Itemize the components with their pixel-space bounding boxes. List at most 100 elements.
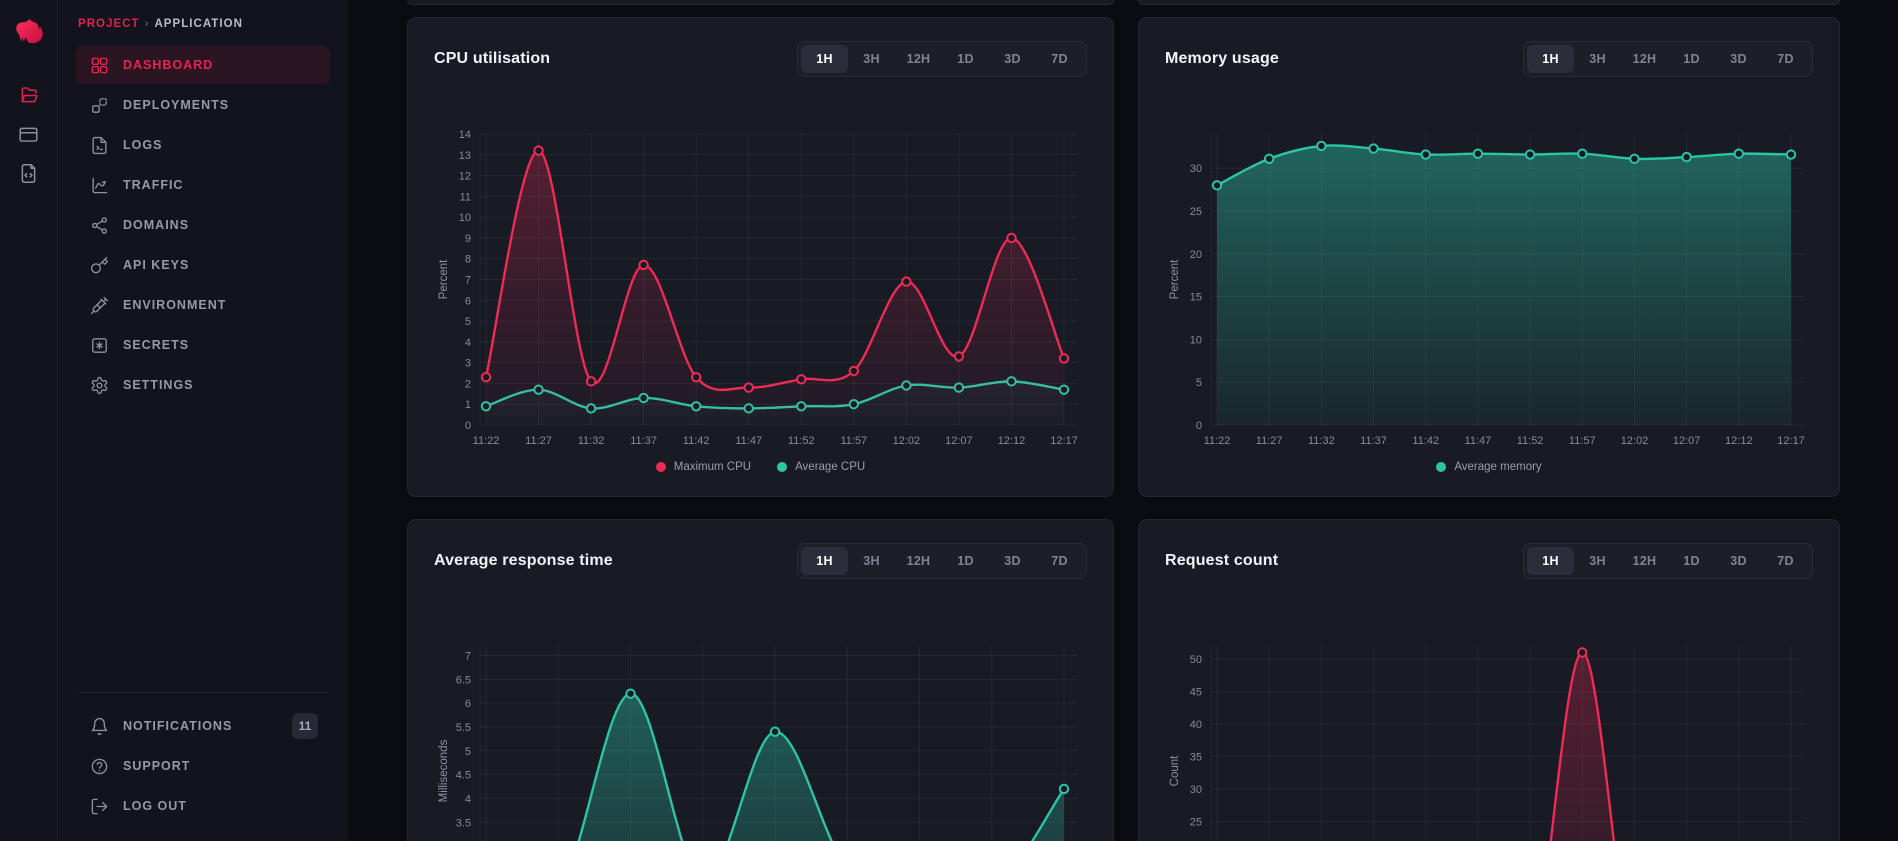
svg-text:6: 6 [465, 295, 471, 307]
svg-text:12: 12 [459, 171, 471, 183]
legend-item-average-memory[interactable]: Average memory [1436, 461, 1541, 473]
cpu-utilisation-card: CPU utilisation 1H3H12H1D3D7D 0123456789… [407, 17, 1114, 497]
sidebar-item-traffic[interactable]: TRAFFIC [76, 166, 330, 204]
range-3d-button[interactable]: 3D [989, 45, 1036, 73]
svg-text:3.5: 3.5 [456, 817, 471, 829]
legend-item-maximum-cpu[interactable]: Maximum CPU [656, 461, 751, 473]
svg-text:5: 5 [1196, 377, 1202, 389]
svg-text:45: 45 [1190, 687, 1202, 699]
legend-dot [777, 462, 787, 472]
svg-text:11:42: 11:42 [1412, 435, 1439, 447]
file-code-icon[interactable] [18, 162, 40, 184]
projects-folder-icon[interactable] [18, 84, 40, 106]
sidebar-item-log-out[interactable]: LOG OUT [76, 787, 330, 825]
range-7d-button[interactable]: 7D [1762, 45, 1809, 73]
card-bottom-edge [407, 0, 1114, 5]
sidebar-item-label: SUPPORT [123, 759, 190, 773]
time-range-selector: 1H3H12H1D3D7D [797, 41, 1087, 77]
sidebar-item-api-keys[interactable]: API KEYS [76, 246, 330, 284]
legend-label: Average CPU [795, 461, 865, 473]
svg-text:Percent: Percent [1169, 259, 1181, 299]
range-12h-button[interactable]: 12H [895, 45, 942, 73]
sidebar-item-notifications[interactable]: NOTIFICATIONS11 [76, 707, 330, 745]
range-1h-button[interactable]: 1H [801, 45, 848, 73]
legend-label: Average memory [1454, 461, 1541, 473]
range-12h-button[interactable]: 12H [895, 547, 942, 575]
range-3h-button[interactable]: 3H [1574, 547, 1621, 575]
svg-text:11:32: 11:32 [578, 435, 605, 447]
range-3d-button[interactable]: 3D [989, 547, 1036, 575]
billing-card-icon[interactable] [18, 123, 40, 145]
range-1h-button[interactable]: 1H [1527, 547, 1574, 575]
range-12h-button[interactable]: 12H [1621, 45, 1668, 73]
card-title: Memory usage [1165, 50, 1279, 68]
sidebar-item-support[interactable]: SUPPORT [76, 747, 330, 785]
svg-text:12:12: 12:12 [998, 435, 1026, 447]
memory-usage-chart: 05101520253011:2211:2711:3211:3711:4211:… [1165, 124, 1815, 454]
svg-text:30: 30 [1190, 784, 1202, 796]
sidebar-item-dashboard[interactable]: DASHBOARD [76, 46, 330, 84]
svg-text:11:52: 11:52 [1517, 435, 1544, 447]
range-3h-button[interactable]: 3H [848, 45, 895, 73]
range-1d-button[interactable]: 1D [942, 547, 989, 575]
range-3d-button[interactable]: 3D [1715, 547, 1762, 575]
api-keys-icon [90, 256, 109, 275]
sidebar-item-label: NOTIFICATIONS [123, 719, 232, 733]
sidebar-item-deployments[interactable]: DEPLOYMENTS [76, 86, 330, 124]
legend-label: Maximum CPU [674, 461, 751, 473]
svg-text:11:57: 11:57 [1569, 435, 1596, 447]
domains-icon [90, 216, 109, 235]
help-icon [90, 757, 109, 776]
average-response-time-chart: 00.511.522.533.544.555.566.57Millisecond… [434, 636, 1089, 841]
sidebar-divider [78, 692, 328, 693]
sidebar: PROJECT›APPLICATION DASHBOARDDEPLOYMENTS… [0, 0, 348, 841]
deployments-icon [90, 96, 109, 115]
legend-item-average-cpu[interactable]: Average CPU [777, 461, 865, 473]
card-title: CPU utilisation [434, 50, 550, 68]
range-7d-button[interactable]: 7D [1036, 45, 1083, 73]
sidebar-item-label: LOGS [123, 138, 162, 152]
time-range-selector: 1H3H12H1D3D7D [1523, 41, 1813, 77]
svg-text:4: 4 [465, 793, 471, 805]
svg-text:25: 25 [1190, 817, 1202, 829]
sidebar-item-logs[interactable]: LOGS [76, 126, 330, 164]
breadcrumb-project[interactable]: PROJECT [78, 18, 140, 30]
chart-legend: Maximum CPU Average CPU [434, 458, 1087, 476]
svg-text:Milliseconds: Milliseconds [438, 739, 450, 802]
range-3d-button[interactable]: 3D [1715, 45, 1762, 73]
range-1h-button[interactable]: 1H [1527, 45, 1574, 73]
nest-logo[interactable] [13, 16, 45, 48]
sidebar-item-label: DASHBOARD [123, 58, 213, 72]
sidebar-item-secrets[interactable]: SECRETS [76, 326, 330, 364]
sidebar-item-label: API KEYS [123, 258, 189, 272]
range-1d-button[interactable]: 1D [942, 45, 989, 73]
range-12h-button[interactable]: 12H [1621, 547, 1668, 575]
svg-text:12:17: 12:17 [1777, 435, 1805, 447]
range-1d-button[interactable]: 1D [1668, 547, 1715, 575]
range-1h-button[interactable]: 1H [801, 547, 848, 575]
svg-text:40: 40 [1190, 719, 1202, 731]
sidebar-item-settings[interactable]: SETTINGS [76, 366, 330, 404]
cpu-utilisation-chart: 0123456789101112131411:2211:2711:3211:37… [434, 124, 1089, 454]
environment-icon [90, 296, 109, 315]
svg-text:5: 5 [465, 746, 471, 758]
svg-text:25: 25 [1190, 206, 1202, 218]
svg-text:7: 7 [465, 651, 471, 663]
range-3h-button[interactable]: 3H [1574, 45, 1621, 73]
svg-text:6.5: 6.5 [456, 674, 471, 686]
range-7d-button[interactable]: 7D [1036, 547, 1083, 575]
range-3h-button[interactable]: 3H [848, 547, 895, 575]
sidebar-item-label: SETTINGS [123, 378, 194, 392]
svg-text:4.5: 4.5 [456, 770, 471, 782]
range-1d-button[interactable]: 1D [1668, 45, 1715, 73]
sidebar-item-environment[interactable]: ENVIRONMENT [76, 286, 330, 324]
svg-text:11:37: 11:37 [1360, 435, 1387, 447]
sidebar-item-domains[interactable]: DOMAINS [76, 206, 330, 244]
card-title: Request count [1165, 552, 1278, 570]
range-7d-button[interactable]: 7D [1762, 547, 1809, 575]
main-content: CPU utilisation 1H3H12H1D3D7D 0123456789… [348, 0, 1898, 841]
time-range-selector: 1H3H12H1D3D7D [1523, 543, 1813, 579]
request-count-chart: 05101520253035404550Count [1165, 636, 1815, 841]
svg-text:50: 50 [1190, 654, 1202, 666]
sidebar-nav: DASHBOARD DEPLOYMENTS LOGS TRAFFICDOMAINS AP… [76, 46, 330, 406]
